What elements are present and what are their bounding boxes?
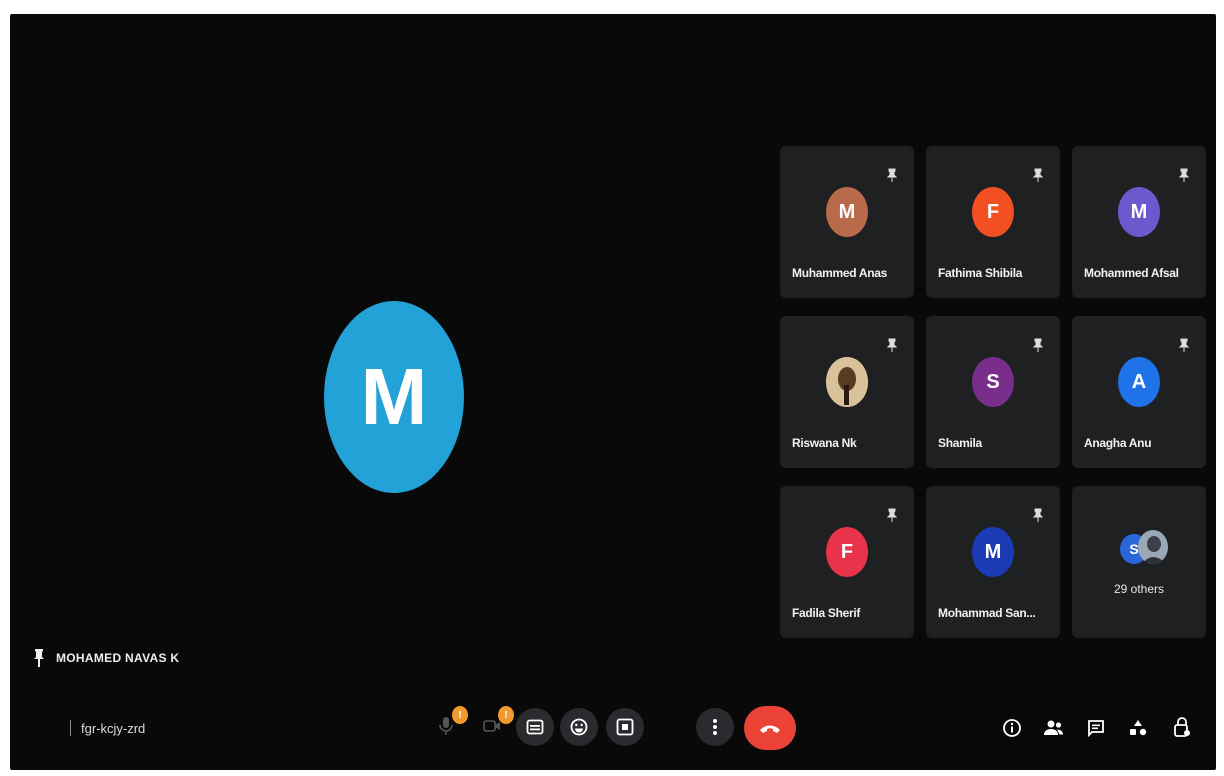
chat-button[interactable] — [1082, 714, 1110, 742]
pin-icon[interactable] — [886, 168, 898, 182]
others-tile[interactable]: S 29 others — [1072, 486, 1206, 638]
participant-tile[interactable]: F Fadila Sherif — [780, 486, 914, 638]
participant-tile[interactable]: Riswana Nk — [780, 316, 914, 468]
meeting-screen: M M Muhammed Anas F Fathima Shibila M Mo… — [10, 14, 1216, 770]
avatar: F — [972, 187, 1014, 237]
presenter-name: MOHAMED NAVAS K — [56, 651, 180, 665]
present-icon — [616, 718, 634, 736]
avatar — [1138, 530, 1168, 564]
participant-name: Fathima Shibila — [938, 266, 1023, 280]
others-count: 29 others — [1113, 582, 1165, 596]
participant-name: Shamila — [938, 436, 982, 450]
mic-warning-badge: ! — [452, 706, 468, 724]
pin-icon[interactable] — [1178, 338, 1190, 352]
present-button[interactable] — [606, 708, 644, 746]
meeting-code: fgr-kcjy-zrd — [81, 720, 146, 736]
more-vert-icon — [713, 719, 717, 735]
avatar — [826, 357, 868, 407]
participant-name: Mohammad San... — [938, 606, 1036, 620]
avatar: A — [1118, 357, 1160, 407]
participant-name: Riswana Nk — [792, 436, 857, 450]
presenter-label: MOHAMED NAVAS K — [34, 648, 179, 668]
mic-icon — [439, 717, 453, 735]
captions-icon — [526, 719, 544, 735]
main-speaker-initial: M — [360, 352, 428, 441]
chat-icon — [1088, 720, 1104, 737]
info-icon — [1003, 719, 1021, 737]
activities-button[interactable] — [1124, 714, 1152, 742]
participant-name: Fadila Sherif — [792, 606, 861, 620]
participant-tile[interactable]: M Mohammed Afsal — [1072, 146, 1206, 298]
emoji-icon — [570, 718, 588, 736]
participant-tile[interactable]: F Fathima Shibila — [926, 146, 1060, 298]
profile-photo-icon — [1138, 530, 1168, 564]
host-controls-button[interactable] — [1168, 712, 1196, 742]
pin-icon[interactable] — [886, 338, 898, 352]
call-end-icon — [760, 725, 780, 733]
pin-icon[interactable] — [886, 508, 898, 522]
mic-button[interactable]: ! — [428, 706, 468, 744]
participant-tile[interactable]: A Anagha Anu — [1072, 316, 1206, 468]
pin-icon — [34, 649, 44, 667]
meeting-info-button[interactable] — [998, 714, 1026, 742]
camera-warning-badge: ! — [498, 706, 514, 724]
main-speaker-avatar: M — [324, 301, 464, 493]
participant-tile[interactable]: S Shamila — [926, 316, 1060, 468]
leave-call-button[interactable] — [744, 706, 796, 750]
avatar: M — [826, 187, 868, 237]
activities-icon — [1130, 720, 1147, 736]
pin-icon[interactable] — [1178, 168, 1190, 182]
avatar: M — [1118, 187, 1160, 237]
avatar-initial: F — [840, 540, 854, 563]
pin-icon[interactable] — [1032, 338, 1044, 352]
people-icon — [1044, 720, 1063, 735]
meeting-details: fgr-kcjy-zrd — [70, 720, 145, 736]
avatar-initial: M — [1130, 200, 1148, 223]
participant-name: Anagha Anu — [1084, 436, 1152, 450]
participant-tile[interactable]: M Mohammad San... — [926, 486, 1060, 638]
avatar-initial: M — [838, 200, 856, 223]
avatar: S — [972, 357, 1014, 407]
avatar-initial: F — [986, 200, 1000, 223]
pin-icon[interactable] — [1032, 168, 1044, 182]
avatar-initial: A — [1131, 370, 1147, 393]
profile-photo-icon — [826, 357, 868, 407]
emoji-button[interactable] — [560, 708, 598, 746]
avatar-initial: S — [986, 370, 1000, 393]
participant-name: Muhammed Anas — [792, 266, 888, 280]
divider — [70, 720, 71, 736]
avatar-initial: M — [984, 540, 1002, 563]
participant-name: Mohammed Afsal — [1084, 266, 1179, 280]
participant-grid: M Muhammed Anas F Fathima Shibila M Moha… — [780, 146, 1212, 638]
others-avatar-stack: S — [1116, 530, 1172, 566]
more-options-button[interactable] — [696, 708, 734, 746]
people-button[interactable] — [1040, 714, 1068, 742]
camera-button[interactable]: ! — [474, 706, 514, 744]
avatar: F — [826, 527, 868, 577]
host-controls-icon — [1174, 717, 1190, 737]
pin-icon[interactable] — [1032, 508, 1044, 522]
captions-button[interactable] — [516, 708, 554, 746]
participant-tile[interactable]: M Muhammed Anas — [780, 146, 914, 298]
avatar: M — [972, 527, 1014, 577]
